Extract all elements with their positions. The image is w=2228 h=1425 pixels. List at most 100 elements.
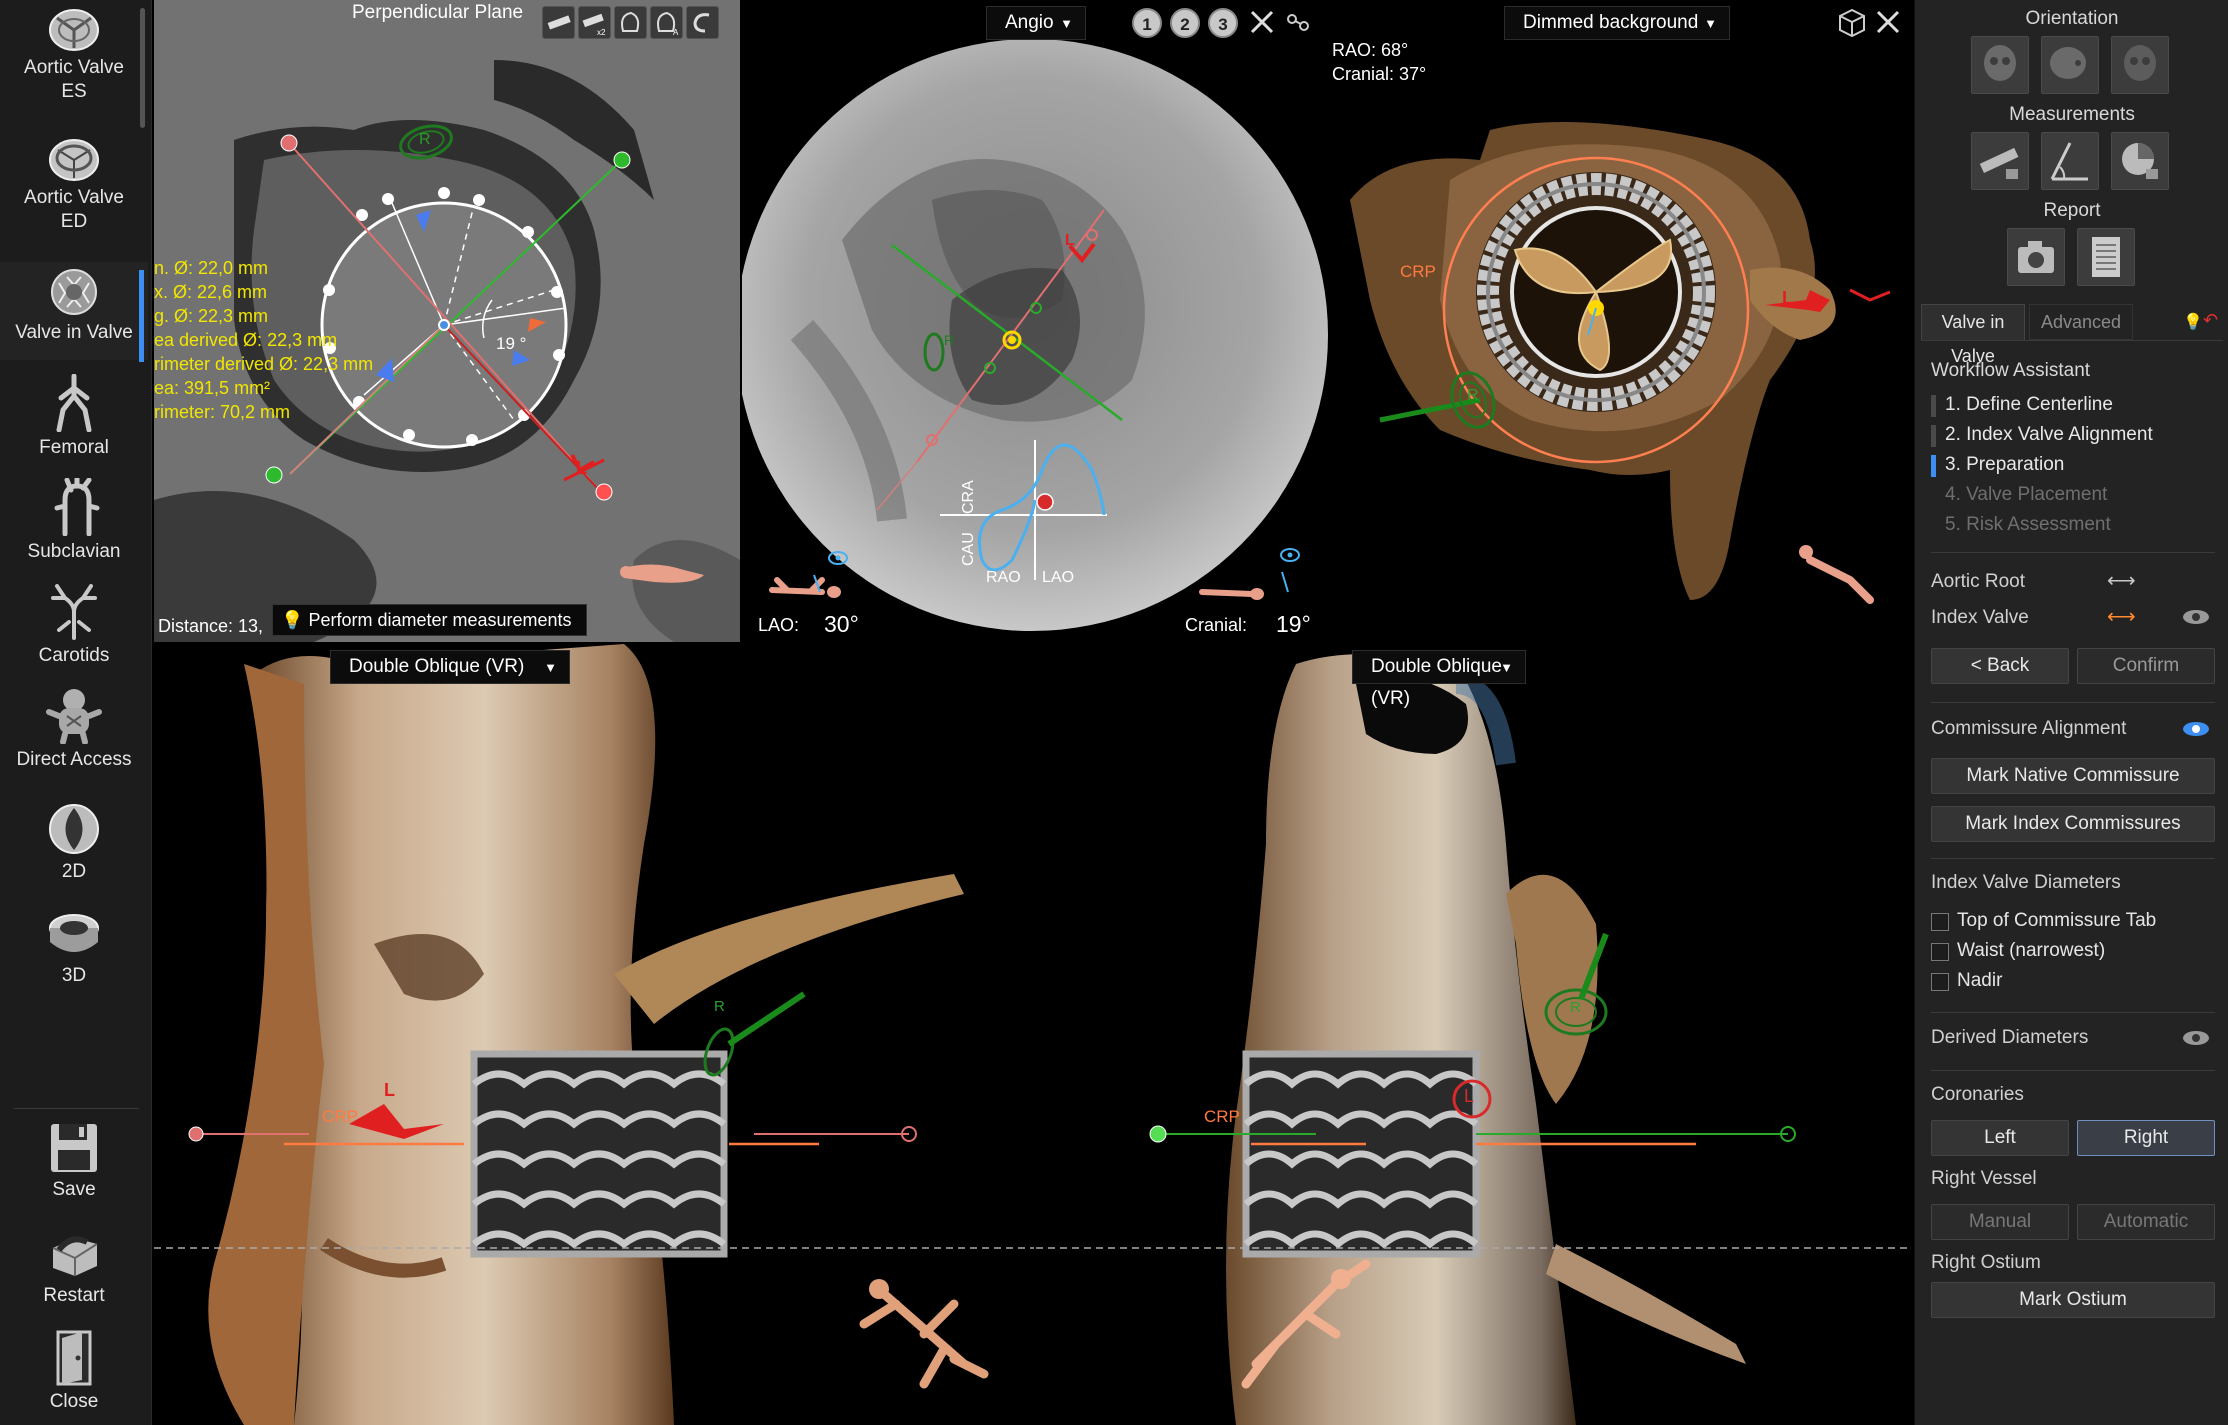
ruler-x2-tool-button[interactable]: x2 [578, 6, 611, 39]
aortic-root-label: Aortic Root [1931, 571, 2025, 592]
coronary-right-button[interactable]: Right [2077, 1120, 2215, 1156]
orientation-side-button[interactable] [2041, 36, 2099, 94]
preset-1-button[interactable]: 1 [1132, 8, 1162, 38]
section-divider [1931, 1070, 2215, 1071]
checkbox-nadir[interactable]: Nadir [1931, 970, 2002, 992]
link-button[interactable] [1282, 6, 1315, 39]
hint-box: 💡 Perform diameter measurements [272, 604, 587, 636]
toolbar-label: Carotids [38, 645, 110, 666]
section-divider [1931, 702, 2215, 703]
tab-advanced[interactable]: Advanced [2029, 304, 2133, 340]
perpendicular-plane-view[interactable]: Perpendicular Plane x2 A n. Ø: 22,0 mm x… [154, 0, 740, 642]
aortic-root-arrow-icon[interactable]: ⟷ [2107, 568, 2136, 593]
workflow-step-preparation[interactable]: 3. Preparation [1931, 454, 2064, 477]
skull-front-icon [1984, 45, 2016, 81]
mark-index-commissures-button[interactable]: Mark Index Commissures [1931, 806, 2215, 842]
vessel-3d-render-right [1036, 644, 1912, 1425]
preset-3-button[interactable]: 3 [1208, 8, 1238, 38]
workflow-step-index-valve-alignment[interactable]: 2. Index Valve Alignment [1931, 424, 2153, 447]
commissure-visibility-icon[interactable] [2181, 720, 2211, 738]
toolbar-aortic-valve-es[interactable]: Aortic Valve ES [0, 8, 148, 104]
toolbar-direct-access[interactable]: Direct Access [0, 686, 148, 772]
checkbox-top-of-commissure-tab[interactable]: Top of Commissure Tab [1931, 910, 2156, 932]
measurement-area: ea: 391,5 mm² [154, 378, 271, 398]
background-dropdown[interactable]: Dimmed background ▼ [1504, 6, 1730, 40]
hook-tool-button[interactable] [686, 6, 719, 39]
toolbar-label: 2D [61, 861, 87, 882]
index-valve-visibility-icon[interactable] [2181, 608, 2211, 626]
tools-button[interactable] [1246, 6, 1279, 39]
checkbox-box[interactable] [1931, 943, 1949, 961]
checkbox-box[interactable] [1931, 913, 1949, 931]
toolbar-aortic-valve-ed[interactable]: Aortic Valve ED [0, 138, 148, 234]
curve-tool-button[interactable] [614, 6, 647, 39]
ruler-tool-button[interactable] [542, 6, 575, 39]
chevron-down-icon: ▼ [1060, 16, 1073, 31]
hook-icon [693, 13, 710, 33]
orientation-front-button[interactable] [1971, 36, 2029, 94]
measure-area-button[interactable] [2111, 132, 2169, 190]
cube-view-button[interactable] [1836, 6, 1869, 39]
report-snapshot-button[interactable] [2007, 228, 2065, 286]
undo-icon[interactable]: ↶ [2203, 310, 2218, 331]
skull-back-icon [2124, 45, 2156, 81]
checkbox-box[interactable] [1931, 973, 1949, 991]
mark-ostium-button[interactable]: Mark Ostium [1931, 1282, 2215, 1318]
curve-icon [621, 11, 640, 32]
angio-dropdown[interactable]: Angio ▼ [986, 6, 1086, 40]
marker-r: R [944, 332, 955, 348]
toolbar-3d[interactable]: 3D [0, 910, 148, 988]
orientation-back-button[interactable] [2111, 36, 2169, 94]
measurement-perimeter-derived: rimeter derived Ø: 22,3 mm [154, 354, 374, 374]
angle-label: 19 ° [496, 334, 527, 353]
tab-divider [1921, 340, 2223, 341]
toolbar-label: Close [49, 1391, 99, 1412]
preset-2-button[interactable]: 2 [1170, 8, 1200, 38]
lightbulb-icon[interactable]: 💡 [2183, 312, 2203, 332]
measure-angle-button[interactable] [2041, 132, 2099, 190]
double-oblique-right-view[interactable]: Double Oblique (VR) ▼ CRP R L [1036, 644, 1912, 1425]
oblique-right-dropdown[interactable]: Double Oblique (VR) ▼ [1352, 650, 1526, 709]
aortic-valve-ed-icon [49, 139, 99, 181]
curve-a-tool-button[interactable]: A [650, 6, 683, 39]
link-icon [1287, 14, 1309, 31]
toolbar-subclavian[interactable]: Subclavian [0, 478, 148, 564]
coronary-left-button[interactable]: Left [1931, 1120, 2069, 1156]
valve-3d-render [1330, 0, 1912, 642]
dropdown-value: Dimmed background [1523, 12, 1699, 33]
restart-button[interactable]: Restart [0, 1228, 148, 1308]
mark-native-commissure-button[interactable]: Mark Native Commissure [1931, 758, 2215, 794]
close-button[interactable]: Close [0, 1330, 148, 1414]
checkbox-waist[interactable]: Waist (narrowest) [1931, 940, 2105, 962]
marker-l: L [384, 1080, 395, 1100]
back-button[interactable]: < Back [1931, 648, 2069, 684]
app-window: Aortic Valve ES Aortic Valve ED Valve in… [0, 0, 2228, 1425]
marker-l: L [1782, 288, 1793, 308]
aortic-valve-es-icon [49, 9, 99, 51]
marker-r: R [1467, 387, 1479, 404]
checkbox-label: Top of Commissure Tab [1957, 910, 2157, 931]
angio-view[interactable]: Angio ▼ 1 2 3 R L CRA CAU RAO LAO LAO: 30… [742, 0, 1328, 642]
section-divider [1931, 858, 2215, 859]
derived-diameters-visibility-icon[interactable] [2181, 1029, 2211, 1047]
oblique-left-dropdown[interactable]: Double Oblique (VR) ▼ [330, 650, 570, 684]
crp-label: CRP [1204, 1107, 1240, 1126]
workflow-step-define-centerline[interactable]: 1. Define Centerline [1931, 394, 2113, 417]
toolbar-carotids[interactable]: Carotids [0, 582, 148, 668]
index-valve-arrow-icon[interactable]: ⟷ [2107, 604, 2136, 629]
report-document-button[interactable] [2077, 228, 2135, 286]
toolbar-valve-in-valve[interactable]: Valve in Valve [0, 262, 148, 362]
tools-button[interactable] [1872, 6, 1905, 39]
tab-valve-in-valve[interactable]: Valve in Valve [1921, 304, 2025, 366]
ruler-x2-icon: x2 [582, 13, 606, 37]
toolbar-2d[interactable]: 2D [0, 802, 148, 884]
valve-3d-view[interactable]: RAO: 68° Cranial: 37° Dimmed background ▼… [1330, 0, 1912, 642]
double-oblique-left-view[interactable]: Double Oblique (VR) ▼ CRP R L [154, 644, 1034, 1425]
report-heading: Report [2043, 200, 2101, 221]
axis-rao-label: RAO [986, 569, 1021, 586]
chevron-down-icon: ▼ [1704, 16, 1717, 31]
confirm-button[interactable]: Confirm [2077, 648, 2215, 684]
measure-distance-button[interactable] [1971, 132, 2029, 190]
save-button[interactable]: Save [0, 1122, 148, 1202]
toolbar-femoral[interactable]: Femoral [0, 374, 148, 460]
